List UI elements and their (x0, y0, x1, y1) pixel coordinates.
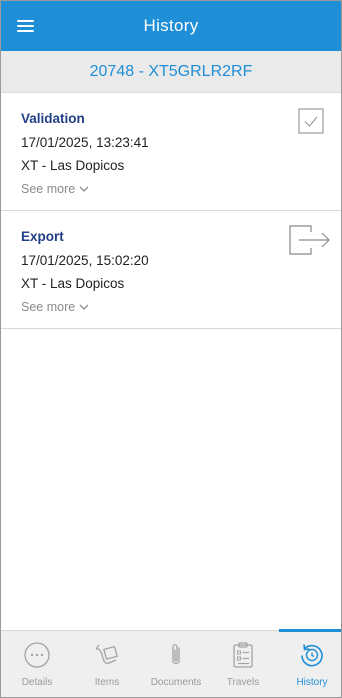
box-hand-icon (95, 644, 118, 665)
chevron-down-icon (79, 304, 89, 310)
history-list: Validation 17/01/2025, 13:23:41 XT - Las… (1, 93, 341, 329)
checkbox-check-icon (298, 108, 324, 134)
more-dots-icon (24, 642, 50, 668)
app-bar: History (1, 1, 341, 51)
nav-label: Items (94, 677, 120, 688)
chevron-down-icon (79, 186, 89, 192)
event-datetime: 17/01/2025, 15:02:20 (21, 253, 149, 268)
see-more-link[interactable]: See more (21, 182, 89, 196)
nav-tab-history[interactable]: History (278, 631, 341, 697)
see-more-label: See more (21, 182, 76, 196)
history-icon (301, 644, 323, 667)
nav-tab-items[interactable]: Items (73, 631, 141, 697)
nav-tab-travels[interactable]: Travels (209, 631, 277, 697)
nav-tab-details[interactable]: Details (3, 631, 71, 697)
app-screen: History 20748 - XT5GRLR2RF Validation 17… (0, 0, 342, 698)
see-more-label: See more (21, 300, 76, 314)
history-event-export: Export 17/01/2025, 15:02:20 XT - Las Dop… (1, 211, 341, 329)
export-arrow-icon (289, 225, 330, 255)
event-location: XT - Las Dopicos (21, 158, 125, 173)
nav-label: Documents (150, 677, 202, 688)
clipboard-icon (233, 642, 253, 668)
history-event-validation: Validation 17/01/2025, 13:23:41 XT - Las… (1, 93, 341, 211)
nav-tab-documents[interactable]: Documents (142, 631, 210, 697)
event-datetime: 17/01/2025, 13:23:41 (21, 135, 149, 150)
nav-label: History (296, 677, 328, 688)
bottom-navigation: Details Items Documents Travels History (1, 629, 341, 697)
see-more-link[interactable]: See more (21, 300, 89, 314)
page-title: History (143, 16, 199, 35)
paperclip-icon (172, 644, 180, 664)
event-title: Validation (21, 111, 85, 126)
nav-label: Details (21, 677, 53, 688)
event-location: XT - Las Dopicos (21, 276, 125, 291)
shipment-reference: 20748 - XT5GRLR2RF (1, 51, 341, 93)
nav-label: Travels (226, 677, 260, 688)
